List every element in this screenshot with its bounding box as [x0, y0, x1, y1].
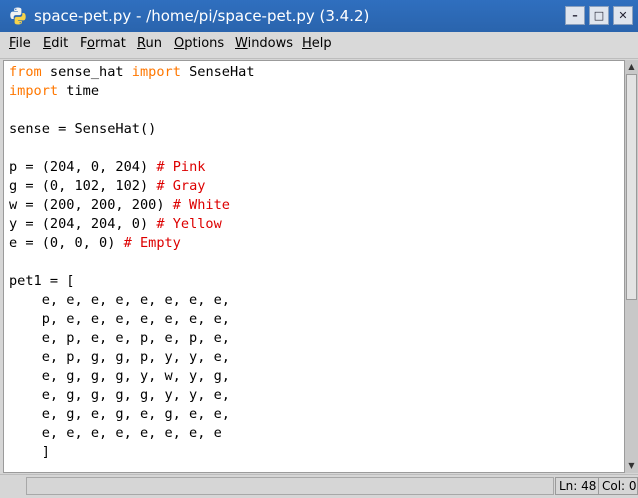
- scroll-up-icon[interactable]: ▲: [625, 61, 638, 73]
- status-column: Col: 0: [598, 477, 638, 495]
- menu-run[interactable]: Run: [137, 36, 162, 51]
- code-line: e, p, e, e, p, e, p, e,: [9, 330, 230, 346]
- menu-windows[interactable]: Windows: [235, 36, 293, 51]
- python-icon: [10, 7, 26, 25]
- code-line: e, g, g, g, g, y, y, e,: [9, 387, 230, 403]
- maximize-button[interactable]: □: [589, 6, 609, 25]
- status-bar: Ln: 48 Col: 0: [0, 474, 638, 498]
- code-line: import time: [9, 83, 100, 99]
- status-spacer: [26, 477, 554, 495]
- code-line: from sense_hat import SenseHat: [9, 64, 255, 80]
- code-editor[interactable]: from sense_hat import SenseHat import ti…: [3, 60, 625, 473]
- menu-format[interactable]: Format: [80, 36, 126, 51]
- menu-help[interactable]: Help: [302, 36, 332, 51]
- code-line: ]: [9, 444, 50, 460]
- code-line: y = (204, 204, 0) # Yellow: [9, 216, 222, 232]
- menu-options[interactable]: Options: [174, 36, 224, 51]
- code-line: e, e, e, e, e, e, e, e: [9, 425, 222, 441]
- status-line: Ln: 48: [555, 477, 599, 495]
- code-line: w = (200, 200, 200) # White: [9, 197, 230, 213]
- code-line: p = (204, 0, 204) # Pink: [9, 159, 206, 175]
- code-line: e, e, e, e, e, e, e, e,: [9, 292, 230, 308]
- vertical-scrollbar[interactable]: ▲ ▼: [625, 60, 638, 473]
- menu-file[interactable]: File: [9, 36, 31, 51]
- menu-edit[interactable]: Edit: [43, 36, 68, 51]
- code-line: pet1 = [: [9, 273, 75, 289]
- code-line: sense = SenseHat(): [9, 121, 157, 137]
- code-line: e = (0, 0, 0) # Empty: [9, 235, 181, 251]
- code-line: e, g, e, g, e, g, e, e,: [9, 406, 230, 422]
- code-text: from sense_hat import SenseHat import ti…: [9, 63, 255, 462]
- code-line: e, g, g, g, y, w, y, g,: [9, 368, 230, 384]
- code-line: e, p, g, g, p, y, y, e,: [9, 349, 230, 365]
- menu-bar: File Edit Format Run Options Windows Hel…: [0, 32, 638, 59]
- code-line: p, e, e, e, e, e, e, e,: [9, 311, 230, 327]
- title-bar: space-pet.py - /home/pi/space-pet.py (3.…: [0, 0, 638, 32]
- minimize-button[interactable]: –: [565, 6, 585, 25]
- close-button[interactable]: ✕: [613, 6, 633, 25]
- window-title: space-pet.py - /home/pi/space-pet.py (3.…: [34, 7, 370, 25]
- scroll-down-icon[interactable]: ▼: [625, 460, 638, 472]
- scroll-thumb[interactable]: [626, 74, 637, 300]
- code-line: g = (0, 102, 102) # Gray: [9, 178, 206, 194]
